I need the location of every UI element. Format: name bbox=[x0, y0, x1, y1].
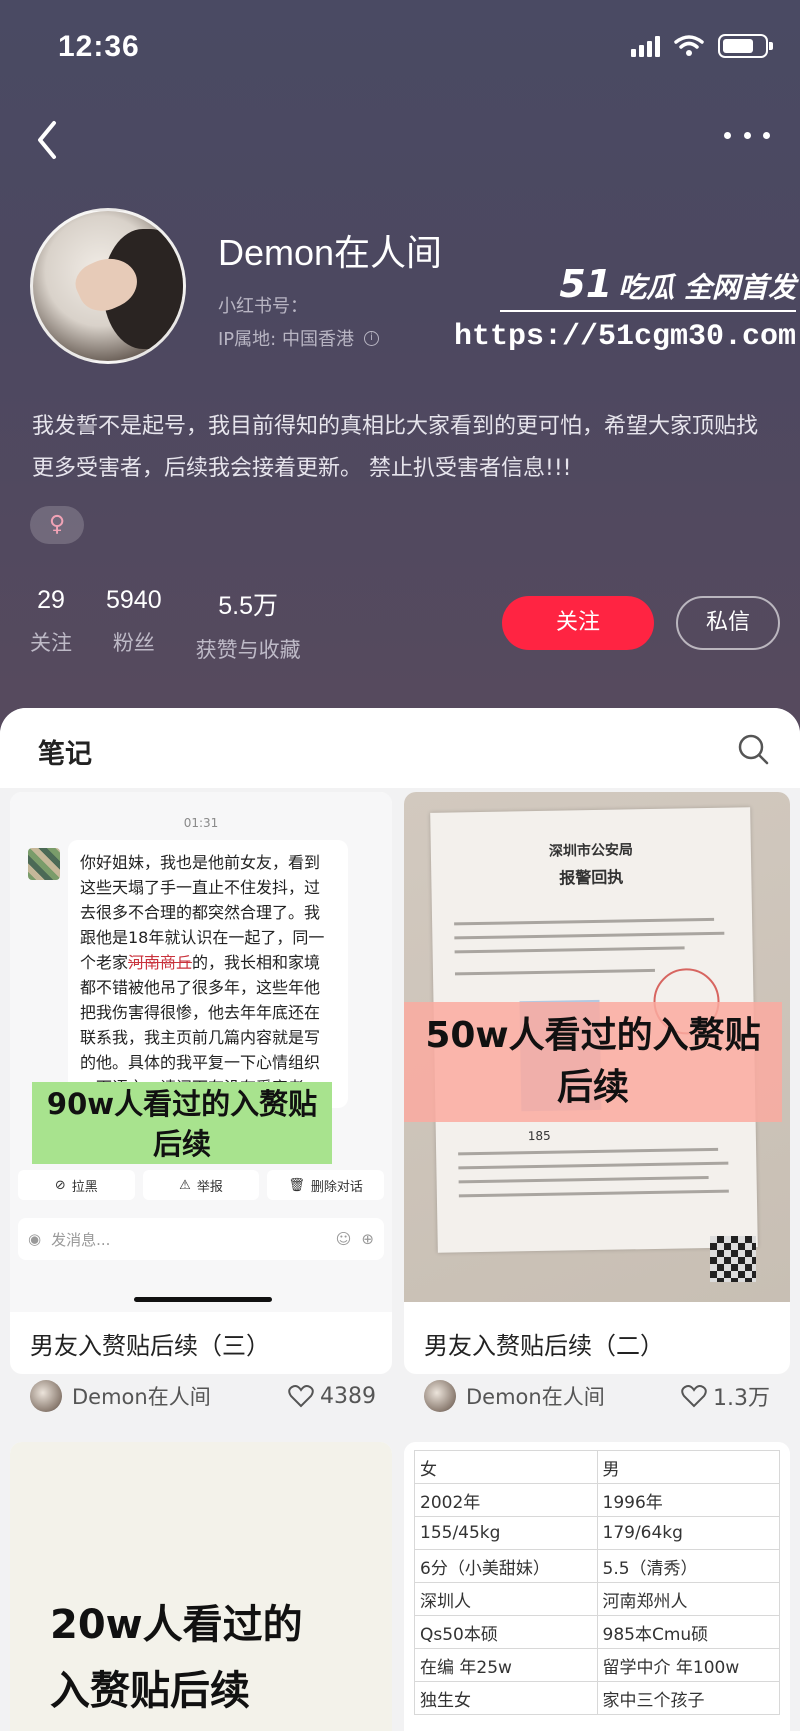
tab-notes[interactable]: 笔记 bbox=[38, 732, 92, 771]
more-options-button[interactable] bbox=[724, 120, 770, 150]
profile-avatar[interactable] bbox=[30, 208, 186, 364]
stat-label: 粉丝 bbox=[112, 631, 155, 655]
status-time: 12:36 bbox=[58, 30, 140, 63]
note-title: 男友入赘贴后续（二） bbox=[424, 1332, 664, 1360]
note-card[interactable]: 女男 2002年 1996年 155/45kg 179/64kg 6分（小美甜妹） 5… bbox=[404, 1442, 790, 1731]
redbook-id: 小红书号： bbox=[218, 296, 308, 317]
note-card[interactable]: 20w人看过的 入赘贴后续 bbox=[10, 1442, 392, 1731]
author-avatar bbox=[424, 1380, 456, 1412]
notes-panel: 笔记 01:31 你好姐妹，我也是他前女友，看到 这些天塌了手一直止不住发抖，过… bbox=[0, 708, 800, 1731]
search-icon[interactable] bbox=[736, 732, 770, 766]
signal-icon bbox=[631, 35, 660, 57]
table-row: 在编 年25w 留学中介 年100w bbox=[414, 1648, 780, 1682]
block-action: ⊘ 拉黑 bbox=[18, 1170, 135, 1200]
note-card[interactable]: 01:31 你好姐妹，我也是他前女友，看到 这些天塌了手一直止不住发抖，过 去很… bbox=[10, 792, 392, 1374]
stat-value: 5.5万 bbox=[218, 592, 278, 620]
doc-subheading: 报警回执 bbox=[559, 867, 624, 888]
author-avatar bbox=[30, 1380, 62, 1412]
stat-likes-collects[interactable]: 5.5万 获赞与收藏 bbox=[196, 586, 301, 664]
trash-icon: 🗑 bbox=[288, 1177, 305, 1193]
back-button[interactable] bbox=[30, 115, 66, 165]
note-cover-table: 女男 2002年 1996年 155/45kg 179/64kg 6分（小美甜妹） 5… bbox=[404, 1442, 790, 1731]
chat-bubble: 你好姐妹，我也是他前女友，看到 这些天塌了手一直止不住发抖，过 去很多不合理的都… bbox=[68, 840, 348, 1108]
block-icon: ⊘ bbox=[54, 1177, 66, 1193]
redacted-hometown: 河南商丘 bbox=[128, 953, 193, 972]
note-card[interactable]: 深圳市公安局 报警回执 185 50w人看过的入赘贴 后续 男友入赘贴后续（二） bbox=[404, 792, 790, 1374]
stat-followers[interactable]: 5940 粉丝 bbox=[106, 586, 162, 664]
battery-icon bbox=[718, 34, 773, 58]
tab-bar: 笔记 bbox=[0, 708, 800, 788]
note-title: 男友入赘贴后续（三） bbox=[30, 1332, 270, 1360]
profile-bio: 我发誓不是起号，我目前得知的真相比大家看到的更可怕，希望大家顶贴找更多受害者，后… bbox=[32, 414, 759, 481]
gender-female-badge: ♀ bbox=[30, 506, 84, 544]
note-footer: Demon在人间 4389 bbox=[30, 1378, 376, 1414]
stat-value: 5940 bbox=[106, 586, 162, 614]
chat-avatar bbox=[28, 848, 60, 880]
comparison-table: 女男 2002年 1996年 155/45kg 179/64kg 6分（小美甜妹） 5… bbox=[414, 1450, 780, 1715]
note-footer: Demon在人间 1.3万 bbox=[424, 1378, 770, 1414]
heart-icon bbox=[288, 1385, 314, 1408]
warning-icon: ⚠ bbox=[179, 1177, 191, 1193]
delete-chat-action: 🗑 删除对话 bbox=[267, 1170, 385, 1200]
note-author[interactable]: Demon在人间 bbox=[424, 1380, 605, 1412]
note-author[interactable]: Demon在人间 bbox=[30, 1380, 211, 1412]
qr-code bbox=[710, 1236, 756, 1282]
doc-heading: 深圳市公安局 bbox=[548, 842, 634, 860]
table-row: 155/45kg 179/64kg bbox=[414, 1516, 780, 1550]
like-count[interactable]: 4389 bbox=[288, 1384, 376, 1409]
message-button[interactable]: 私信 bbox=[676, 596, 780, 650]
table-row: 2002年 1996年 bbox=[414, 1483, 780, 1517]
profile-stats: 29 关注 5940 粉丝 5.5万 获赞与收藏 bbox=[30, 586, 301, 664]
plus-icon: ⊕ bbox=[361, 1230, 374, 1248]
like-count[interactable]: 1.3万 bbox=[681, 1380, 770, 1412]
stat-label: 关注 bbox=[30, 631, 72, 655]
stat-value: 29 bbox=[37, 586, 65, 614]
table-row: 深圳人 河南郑州人 bbox=[414, 1582, 780, 1616]
note-cover-text: 20w人看过的 入赘贴后续 bbox=[10, 1442, 392, 1731]
heart-icon bbox=[681, 1385, 707, 1408]
watermark-slogan: 吃瓜 全网首发 bbox=[618, 271, 796, 304]
watermark: 51 吃瓜 全网首发 https://51cgm30.com bbox=[454, 262, 800, 362]
status-icons bbox=[631, 34, 773, 58]
wifi-icon bbox=[674, 35, 704, 56]
watermark-url: https://51cgm30.com bbox=[453, 320, 796, 354]
report-action: ⚠ 举报 bbox=[142, 1170, 260, 1200]
table-row: Qs50本硕 985本Cmu硕 bbox=[414, 1615, 780, 1649]
table-row: 女男 bbox=[414, 1450, 780, 1484]
emoji-icon: ☺ bbox=[335, 1230, 352, 1248]
chat-input-mock: ◉ 发消息... ☺ ⊕ bbox=[18, 1218, 384, 1260]
watermark-logo: 51 bbox=[559, 262, 613, 306]
table-row: 独生女 家中三个孩子 bbox=[414, 1681, 780, 1715]
chat-time: 01:31 bbox=[183, 816, 219, 830]
info-icon[interactable]: i bbox=[363, 330, 379, 346]
cover-overlay-text: 20w人看过的 入赘贴后续 bbox=[50, 1602, 303, 1714]
profile-name: Demon在人间 bbox=[218, 232, 443, 273]
voice-icon: ◉ bbox=[28, 1230, 42, 1248]
cover-overlay-text: 90w人看过的入赘贴 后续 bbox=[32, 1082, 332, 1164]
note-cover-chat: 01:31 你好姐妹，我也是他前女友，看到 这些天塌了手一直止不住发抖，过 去很… bbox=[10, 792, 392, 1312]
ip-location-text: IP属地: 中国香港 bbox=[218, 329, 354, 350]
table-row: 6分（小美甜妹） 5.5（清秀） bbox=[414, 1549, 780, 1583]
cover-overlay-text: 50w人看过的入赘贴 后续 bbox=[404, 1002, 782, 1122]
stat-following[interactable]: 29 关注 bbox=[30, 586, 72, 664]
note-cover-document: 深圳市公安局 报警回执 185 50w人看过的入赘贴 后续 bbox=[404, 792, 790, 1302]
stat-label: 获赞与收藏 bbox=[195, 638, 301, 662]
status-bar: 12:36 bbox=[0, 0, 800, 96]
follow-button[interactable]: 关注 bbox=[502, 596, 654, 650]
ip-location: IP属地: 中国香港 i bbox=[218, 325, 379, 351]
home-indicator bbox=[134, 1297, 272, 1302]
